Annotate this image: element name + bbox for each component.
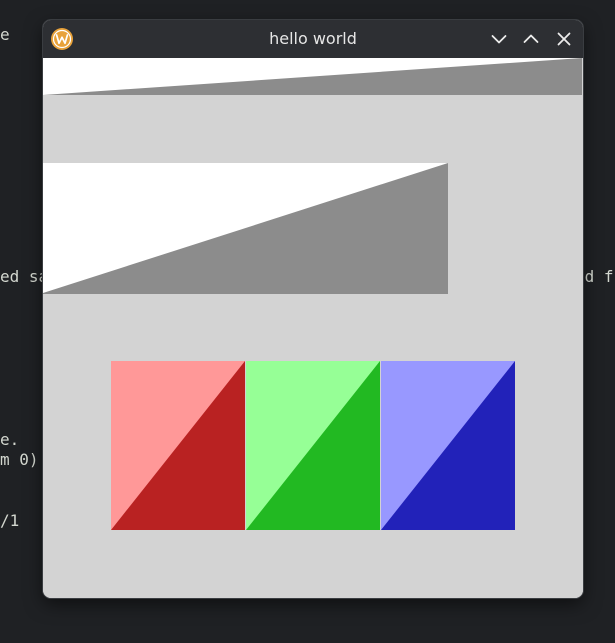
render-canvas: [43, 58, 583, 598]
minimize-icon[interactable]: [488, 28, 510, 50]
terminal-line: e.: [0, 430, 20, 449]
red-square: [111, 361, 245, 530]
blue-square: [381, 361, 515, 530]
window-titlebar[interactable]: hello world: [43, 20, 583, 59]
middle-rectangle: [43, 163, 448, 294]
close-icon[interactable]: [553, 28, 575, 50]
green-square: [246, 361, 380, 530]
terminal-line: m 0): [0, 450, 39, 469]
terminal-line: e: [0, 25, 10, 44]
terminal-line: ed sa: [0, 267, 49, 286]
top-strip: [43, 58, 582, 95]
maximize-icon[interactable]: [520, 28, 542, 50]
app-window: hello world: [43, 20, 583, 598]
terminal-line: /1: [0, 511, 20, 530]
